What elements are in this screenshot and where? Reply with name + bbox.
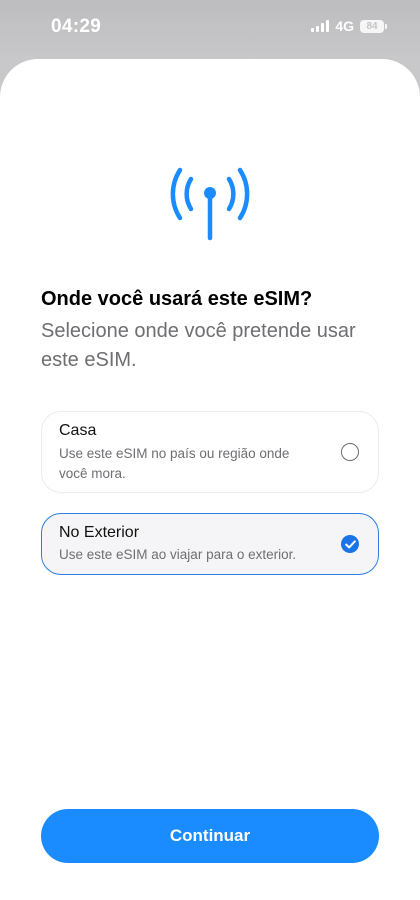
status-indicators: 4G 84 xyxy=(311,18,387,34)
status-bar: 04:29 4G 84 xyxy=(0,0,420,56)
cellular-signal-icon xyxy=(311,20,330,32)
battery-icon: 84 xyxy=(360,19,387,33)
radio-checked-icon[interactable] xyxy=(341,535,359,553)
option-title: Casa xyxy=(59,422,97,439)
antenna-signal-icon xyxy=(170,167,250,241)
page-title: Onde você usará este eSIM? xyxy=(41,288,313,310)
page-subtitle: Selecione onde você pretende usar este e… xyxy=(41,320,356,371)
network-type: 4G xyxy=(335,18,354,34)
status-time: 04:29 xyxy=(51,16,102,37)
option-description: Use este eSIM no país ou região onde voc… xyxy=(59,446,290,481)
checkmark-icon xyxy=(344,539,356,548)
option-no-exterior[interactable]: No Exterior Use este eSIM ao viajar para… xyxy=(41,513,379,575)
battery-level: 84 xyxy=(366,20,378,32)
option-description: Use este eSIM ao viajar para o exterior. xyxy=(59,547,297,562)
option-title: No Exterior xyxy=(59,524,140,541)
option-casa[interactable]: Casa Use este eSIM no país ou região ond… xyxy=(41,411,379,493)
phone-screen: 04:29 4G 84 Onde você usará este eSIM? S… xyxy=(0,0,420,900)
esim-location-sheet: Onde você usará este eSIM? Selecione ond… xyxy=(0,59,420,900)
continue-button[interactable]: Continuar xyxy=(41,809,379,863)
radio-unchecked-icon[interactable] xyxy=(341,443,359,461)
